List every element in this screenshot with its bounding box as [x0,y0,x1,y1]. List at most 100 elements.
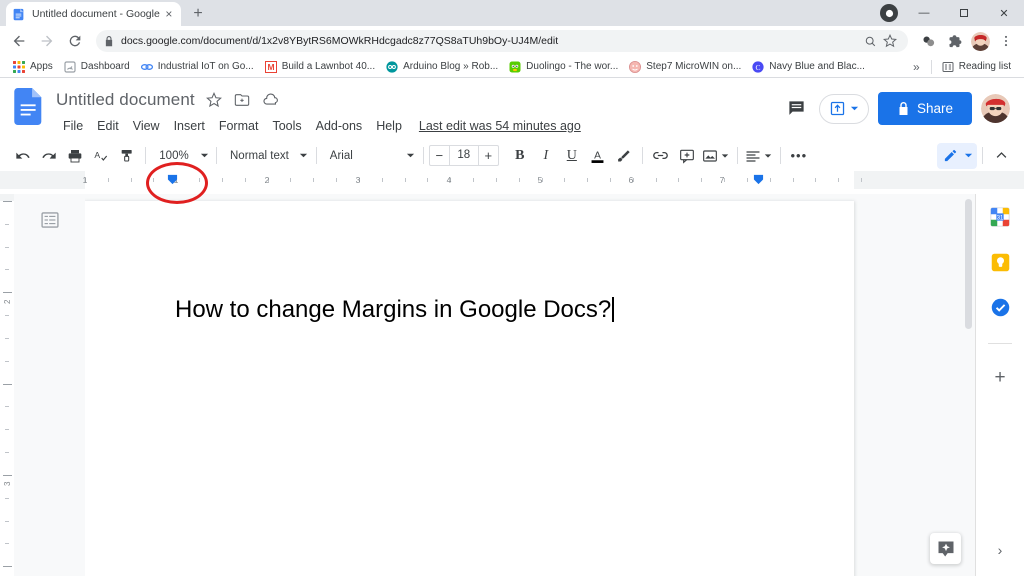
menu-add-ons[interactable]: Add-ons [309,117,370,135]
print-button[interactable] [62,143,88,169]
recording-indicator[interactable] [874,0,904,26]
horizontal-ruler[interactable]: 11234567 [0,171,1024,189]
bookmark-industrial-iot[interactable]: Industrial IoT on Go... [136,59,259,75]
bookmark-arduino-blog[interactable]: Arduino Blog » Rob... [381,59,503,75]
zoom-selector[interactable]: 100% [151,149,211,163]
address-bar[interactable]: docs.google.com/document/d/1x2v8YBytRS6M… [96,30,908,52]
document-body-text[interactable]: How to change Margins in Google Docs? [175,296,614,323]
chevron-down-icon [197,149,211,163]
more-options-button[interactable]: ••• [786,143,812,169]
recording-dot-icon [880,4,898,22]
close-window-button[interactable]: ✕ [984,0,1024,26]
font-family-selector[interactable]: Arial [322,149,418,163]
new-tab-button[interactable]: + [185,2,211,26]
present-button[interactable] [818,93,869,124]
last-edit-status[interactable]: Last edit was 54 minutes ago [419,119,581,133]
document-canvas[interactable]: How to change Margins in Google Docs? [85,194,975,576]
extensions-icon[interactable] [942,28,966,54]
insert-link-button[interactable] [648,143,674,169]
menu-file[interactable]: File [56,117,90,135]
google-tasks-icon[interactable] [988,295,1012,319]
extension-puzzle-alt-icon[interactable] [916,28,940,54]
bold-button[interactable]: B [507,143,533,169]
present-icon [830,101,845,116]
maximize-button[interactable] [944,0,984,26]
document-outline-button[interactable] [36,206,64,234]
user-avatar[interactable] [981,94,1010,123]
address-bar-url: docs.google.com/document/d/1x2v8YBytRS6M… [121,35,559,47]
bookmark-dashboard[interactable]: Dashboard [59,59,135,75]
reload-button[interactable] [62,28,88,54]
menu-tools[interactable]: Tools [265,117,308,135]
insert-image-button[interactable] [700,143,732,169]
browser-tab[interactable]: Untitled document - Google Doc × [6,2,181,26]
ruler-tick [678,178,680,182]
reading-list-button[interactable]: Reading list [937,59,1016,75]
ruler-tick [815,178,817,182]
font-size-value[interactable]: 18 [448,146,479,165]
bookmark-lawnbot[interactable]: M Build a Lawnbot 40... [260,59,380,75]
expand-panel-button[interactable]: › [998,542,1003,558]
comment-history-button[interactable] [784,96,810,122]
menu-help[interactable]: Help [369,117,409,135]
lock-icon [104,35,114,47]
google-keep-icon[interactable] [988,250,1012,274]
bookmarks-overflow-button[interactable]: » [907,60,926,74]
redo-button[interactable] [36,143,62,169]
highlight-color-button[interactable] [611,143,637,169]
apps-grid-icon [13,60,25,73]
document-page[interactable]: How to change Margins in Google Docs? [85,201,854,576]
menu-edit[interactable]: Edit [90,117,126,135]
search-icon[interactable] [860,31,880,51]
vertical-scrollbar[interactable] [965,199,972,329]
google-calendar-icon[interactable]: 31 [988,205,1012,229]
cloud-saved-icon[interactable] [262,92,279,109]
right-indent-marker[interactable] [753,174,764,185]
undo-button[interactable] [10,143,36,169]
document-title[interactable]: Untitled document [56,90,195,110]
profile-avatar[interactable] [968,28,992,54]
font-size-stepper[interactable]: − 18 + [428,145,499,166]
font-size-decrease-button[interactable]: − [430,146,449,165]
editing-mode-selector[interactable] [937,142,977,169]
bookmark-duolingo[interactable]: Duolingo - The wor... [504,59,623,75]
minimize-button[interactable]: — [904,0,944,26]
vertical-ruler-tick [3,383,12,385]
spellcheck-button[interactable]: A [88,143,114,169]
bookmark-apps[interactable]: Apps [8,59,58,75]
add-comment-button[interactable] [674,143,700,169]
text-color-button[interactable]: A [585,143,611,169]
comment-history-icon [789,101,805,115]
underline-button[interactable]: U [559,143,585,169]
calendar-day-label: 31 [997,216,1004,222]
document-paragraph: How to change Margins in Google Docs? [175,296,612,323]
add-addon-button[interactable]: + [994,368,1005,387]
bookmark-navy-blue[interactable]: C Navy Blue and Blac... [747,59,870,75]
chevron-down-icon [850,106,859,111]
move-to-folder-icon[interactable] [234,92,251,109]
menu-insert[interactable]: Insert [167,117,212,135]
menu-view[interactable]: View [126,117,167,135]
left-indent-marker[interactable] [167,174,178,185]
explore-button[interactable] [930,533,961,564]
close-tab-icon[interactable]: × [163,8,175,20]
bookmark-step7-microwin[interactable]: Step7 MicroWIN on... [624,59,746,75]
toolbar-divider [982,147,983,164]
arduino-icon [386,60,398,73]
collapse-toolbar-button[interactable] [988,143,1014,169]
chrome-menu-button[interactable] [994,28,1018,54]
vertical-ruler[interactable]: 23 [0,194,14,576]
paragraph-style-selector[interactable]: Normal text [222,149,311,163]
font-size-increase-button[interactable]: + [479,146,498,165]
share-button[interactable]: Share [877,92,972,125]
google-docs-logo[interactable] [14,86,50,126]
ruler-tick [746,178,748,182]
star-icon[interactable] [880,31,900,51]
paint-format-button[interactable] [114,143,140,169]
star-icon[interactable] [206,92,223,109]
forward-button[interactable] [34,28,60,54]
menu-format[interactable]: Format [212,117,266,135]
back-button[interactable] [6,28,32,54]
align-button[interactable] [743,143,775,169]
italic-button[interactable]: I [533,143,559,169]
